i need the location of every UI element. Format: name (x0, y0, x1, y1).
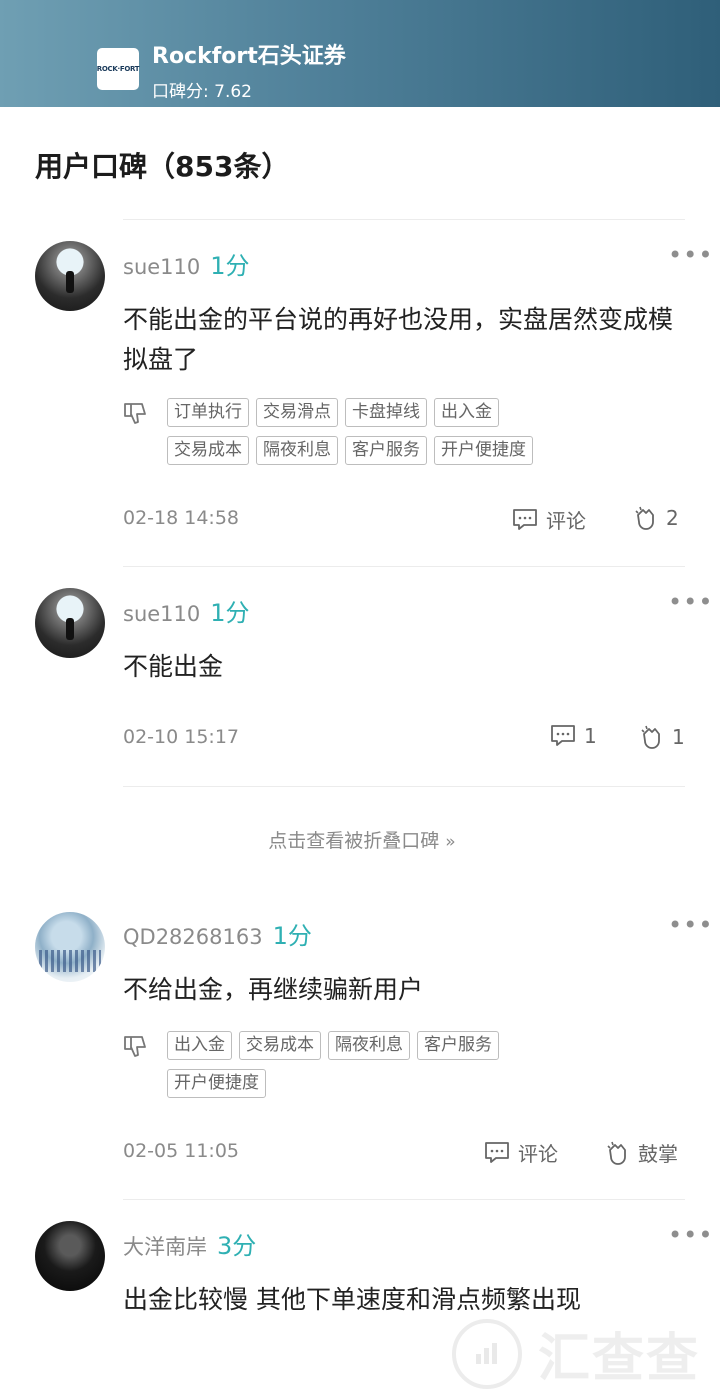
tag[interactable]: 交易成本 (167, 436, 249, 465)
review-score: 1分 (272, 922, 312, 950)
review-time: 02-18 14:58 (123, 507, 240, 529)
section-title: 用户口碑（853条） (35, 150, 290, 183)
review-text: 出金比较慢 其他下单速度和滑点频繁出现 (123, 1285, 581, 1314)
divider (123, 786, 685, 787)
review-user[interactable]: 大洋南岸 3分 (123, 1226, 256, 1261)
divider (123, 1199, 685, 1200)
tag[interactable]: 隔夜利息 (328, 1031, 410, 1060)
tag[interactable]: 交易滑点 (256, 398, 338, 427)
clap-count: 2 (666, 506, 679, 530)
review-time: 02-10 15:17 (123, 726, 240, 748)
review-score: 1分 (210, 599, 250, 627)
comment-label: 评论 (546, 509, 586, 533)
review-username: sue110 (123, 602, 201, 626)
clap-count: 1 (672, 725, 685, 749)
review-time: 02-05 11:05 (123, 1140, 240, 1162)
clap-button[interactable]: 鼓掌 (604, 1138, 678, 1167)
comment-button[interactable]: 评论 (512, 505, 586, 534)
tag[interactable]: 开户便捷度 (167, 1069, 266, 1098)
broker-score: 口碑分: 7.62 (152, 82, 252, 102)
review-score: 3分 (217, 1232, 257, 1260)
tag[interactable]: 客户服务 (345, 436, 427, 465)
thumbs-down-icon[interactable] (122, 400, 150, 428)
review-user[interactable]: QD28268163 1分 (123, 916, 312, 951)
clap-icon (607, 1141, 626, 1165)
broker-logo-text: ROCK·FORT (96, 65, 140, 73)
tag[interactable]: 卡盘掉线 (345, 398, 427, 427)
avatar[interactable] (35, 1221, 105, 1291)
tag[interactable]: 订单执行 (167, 398, 249, 427)
avatar[interactable] (35, 588, 105, 658)
review-text: 不能出金的平台说的再好也没用，实盘居然变成模拟盘了 (123, 305, 674, 374)
avatar[interactable] (35, 241, 105, 311)
tag[interactable]: 交易成本 (239, 1031, 321, 1060)
review-username: 大洋南岸 (123, 1235, 207, 1259)
clap-button[interactable]: 2 (632, 505, 679, 531)
review-username: QD28268163 (123, 925, 263, 949)
watermark-text: 汇查查 (538, 1329, 701, 1389)
review-user[interactable]: sue110 1分 (123, 246, 250, 281)
tag[interactable]: 出入金 (434, 398, 499, 427)
tag-list: 出入金 交易成本 隔夜利息 客户服务 开户便捷度 (167, 1031, 587, 1107)
review-text: 不能出金 (123, 652, 224, 681)
broker-name: Rockfort石头证券 (152, 44, 346, 69)
review-username: sue110 (123, 255, 201, 279)
divider (123, 566, 685, 567)
tag[interactable]: 客户服务 (417, 1031, 499, 1060)
comment-button[interactable]: 评论 (484, 1138, 558, 1167)
more-icon[interactable]: ••• (668, 241, 713, 269)
avatar[interactable] (35, 912, 105, 982)
tag-list: 订单执行 交易滑点 卡盘掉线 出入金 交易成本 隔夜利息 客户服务 开户便捷度 (167, 398, 587, 474)
more-icon[interactable]: ••• (668, 911, 713, 939)
review-text: 不给出金，再继续骗新用户 (123, 975, 424, 1004)
comment-icon (513, 508, 537, 530)
more-icon[interactable]: ••• (668, 1221, 713, 1249)
clap-icon (641, 725, 660, 749)
clap-label: 鼓掌 (638, 1142, 678, 1166)
thumbs-down-icon[interactable] (122, 1033, 150, 1061)
comment-count: 1 (584, 724, 597, 748)
comment-icon (551, 725, 575, 746)
broker-logo: ROCK·FORT (96, 48, 140, 90)
tag[interactable]: 出入金 (167, 1031, 232, 1060)
tag[interactable]: 开户便捷度 (434, 436, 533, 465)
broker-header: ROCK·FORT Rockfort石头证券 口碑分: 7.62 (0, 0, 720, 107)
comment-button[interactable]: 1 (550, 724, 597, 748)
folded-reviews-link[interactable]: 点击查看被折叠口碑» (0, 826, 720, 853)
tag[interactable]: 隔夜利息 (256, 436, 338, 465)
comment-label: 评论 (518, 1142, 558, 1166)
review-user[interactable]: sue110 1分 (123, 593, 250, 628)
clap-button[interactable]: 1 (638, 724, 685, 750)
folded-reviews-label: 点击查看被折叠口碑 (268, 830, 440, 852)
double-chevron-right-icon: » (445, 832, 456, 852)
divider (123, 219, 685, 220)
watermark: 汇查查 (452, 1316, 700, 1391)
clap-icon (635, 506, 654, 530)
comment-icon (485, 1141, 509, 1163)
review-score: 1分 (210, 252, 250, 280)
watermark-logo-icon (452, 1318, 522, 1389)
more-icon[interactable]: ••• (668, 588, 713, 616)
